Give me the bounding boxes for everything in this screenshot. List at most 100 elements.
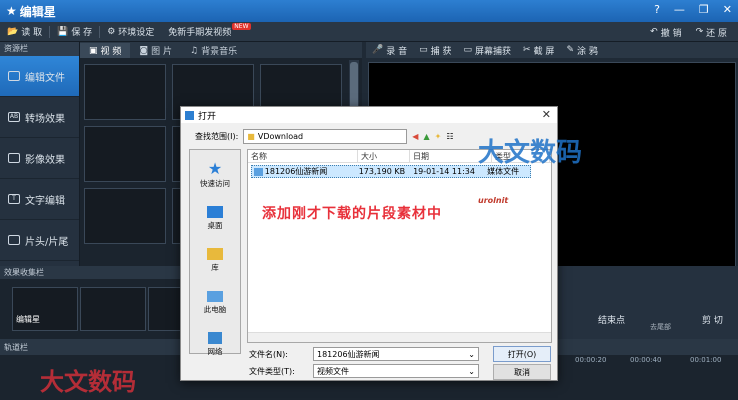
tab-image[interactable]: ◙ 图 片 [130, 43, 181, 58]
media-thumbnail[interactable] [84, 126, 166, 182]
app-title: ★ 编辑星 [6, 4, 56, 19]
menu-save[interactable]: 💾 保 存 [50, 25, 99, 39]
file-size: 173,190 KB [358, 167, 406, 176]
time-tick: 00:00:20 [575, 356, 607, 364]
tab-music[interactable]: ♫ 背景音乐 [181, 43, 246, 58]
pen-icon: ✎ [566, 45, 574, 55]
film-icon [8, 71, 20, 81]
library-icon [207, 248, 223, 260]
gear-icon: ⚙ [107, 26, 116, 37]
track-header-label: 轨道栏 [4, 342, 28, 352]
sidebar-item-text[interactable]: T 文字编辑 [0, 179, 79, 220]
column-size[interactable]: 大小 [358, 150, 410, 162]
place-library[interactable]: 库 [190, 234, 240, 276]
filetype-dropdown[interactable]: 视频文件 ⌄ [313, 364, 479, 378]
app-icon [185, 110, 194, 120]
tutorial-caption: 添加刚才下载的片段素材中 [262, 206, 442, 222]
filename-row: 文件名(N): 181206仙游新闻 ⌄ [249, 347, 479, 361]
media-thumbnail[interactable] [84, 188, 166, 244]
redo-button[interactable]: ↷ 还 原 [689, 26, 734, 39]
redo-icon: ↷ [695, 27, 704, 37]
folder-icon: 📂 [7, 26, 19, 37]
watermark-sub: urolnit [478, 196, 509, 205]
network-icon [208, 332, 222, 344]
star-icon: ★ [207, 159, 223, 178]
folder-icon: ■ [247, 132, 255, 141]
filename-input[interactable]: 181206仙游新闻 ⌄ [313, 347, 479, 361]
screen-capture-button[interactable]: ▭ 屏幕捕获 [457, 44, 517, 57]
sidebar-item-titles[interactable]: 片头/片尾 [0, 220, 79, 261]
place-network[interactable]: 网络 [190, 318, 240, 360]
trim-tail-label: 去尾部 [650, 323, 671, 331]
transition-icon: AB [8, 112, 20, 122]
filetype-row: 文件类型(T): 视频文件 ⌄ [249, 364, 479, 378]
restore-button[interactable]: ❐ [699, 3, 709, 16]
new-badge: NEW [232, 23, 251, 30]
menu-publish[interactable]: 免新手期发视频 NEW [161, 23, 257, 38]
chevron-down-icon: ⌄ [468, 366, 475, 376]
menu-open[interactable]: 📂 读 取 [0, 25, 49, 39]
capture-button[interactable]: ▭ 捕 获 [413, 44, 457, 57]
dialog-close-button[interactable]: ✕ [542, 108, 551, 121]
star-logo-icon: ★ [6, 4, 17, 18]
title-bar: ★ 编辑星 ? — ❐ ✕ [0, 0, 738, 22]
file-list-scrollbar[interactable] [248, 332, 551, 342]
record-button[interactable]: 🎤 录 音 [366, 44, 413, 57]
collection-thumbnail[interactable] [80, 287, 146, 331]
filename-label: 文件名(N): [249, 349, 288, 359]
video-icon: ▣ [89, 45, 98, 56]
file-name: 181206仙游新闻 [264, 167, 328, 176]
text-icon: T [8, 194, 20, 204]
lookin-label: 查找范围(I): [195, 132, 239, 141]
filetype-label: 文件类型(T): [249, 366, 295, 376]
help-button[interactable]: ? [654, 3, 660, 16]
media-tabs: ▣ 视 频 ◙ 图 片 ♫ 背景音乐 [80, 42, 362, 58]
up-folder-icon[interactable]: ▲ [423, 132, 429, 141]
screenshot-button[interactable]: ✂ 截 屏 [517, 44, 560, 57]
lookin-row: 查找范围(I): ■ VDownload ◀ ▲ ✦ ☷ [195, 129, 453, 144]
time-tick: 00:01:00 [690, 356, 722, 364]
computer-icon [207, 291, 223, 302]
end-point-label[interactable]: 结束点 [598, 313, 625, 326]
place-quick-access[interactable]: ★ 快速访问 [190, 150, 240, 192]
thumb-badge: 编辑星 [16, 315, 40, 324]
media-file-icon [254, 167, 263, 176]
scissors-icon: ✂ [523, 45, 531, 55]
sidebar-item-edit-files[interactable]: 编辑文件 [0, 56, 79, 97]
time-tick: 00:00:40 [630, 356, 662, 364]
menu-settings[interactable]: ⚙ 环境设定 [100, 25, 161, 39]
dialog-title: 打开 [198, 111, 217, 122]
place-this-pc[interactable]: 此电脑 [190, 276, 240, 318]
minimize-button[interactable]: — [674, 3, 685, 16]
desktop-icon [207, 206, 223, 218]
clapper-icon [8, 235, 20, 245]
screen-icon: ▭ [463, 45, 472, 55]
view-menu-icon[interactable]: ☷ [446, 132, 453, 141]
doodle-button[interactable]: ✎ 涂 鸦 [560, 44, 603, 57]
menu-bar: 📂 读 取 💾 保 存 ⚙ 环境设定 免新手期发视频 NEW ↶ 撤 销 ↷ 还 原 [0, 22, 738, 42]
watermark-brand-bottom: 大文数码 [40, 368, 136, 396]
save-icon: 💾 [57, 26, 69, 37]
open-button[interactable]: 打开(O) [493, 346, 551, 362]
camera-icon: ◙ [139, 45, 149, 56]
music-icon: ♫ [190, 45, 199, 56]
capture-icon: ▭ [419, 45, 428, 55]
undo-icon: ↶ [650, 27, 658, 37]
sidebar-item-effects[interactable]: 影像效果 [0, 138, 79, 179]
column-name[interactable]: 名称 [248, 150, 358, 162]
tab-video[interactable]: ▣ 视 频 [80, 43, 131, 58]
undo-button[interactable]: ↶ 撤 销 [643, 26, 688, 39]
media-scroll-thumb[interactable] [350, 62, 358, 112]
close-button[interactable]: ✕ [723, 3, 732, 16]
microphone-icon: 🎤 [372, 45, 384, 55]
back-icon[interactable]: ◀ [412, 132, 418, 141]
media-thumbnail[interactable] [84, 64, 166, 120]
dialog-title-bar: 打开 [181, 107, 557, 123]
sidebar-item-transitions[interactable]: AB 转场效果 [0, 97, 79, 138]
file-date: 19-01-14 11:34 [413, 167, 475, 176]
place-desktop[interactable]: 桌面 [190, 192, 240, 234]
cancel-button[interactable]: 取消 [493, 364, 551, 380]
new-folder-icon[interactable]: ✦ [435, 132, 442, 141]
cut-button[interactable]: 剪 切 [702, 313, 723, 326]
lookin-dropdown[interactable]: ■ VDownload [243, 129, 408, 144]
